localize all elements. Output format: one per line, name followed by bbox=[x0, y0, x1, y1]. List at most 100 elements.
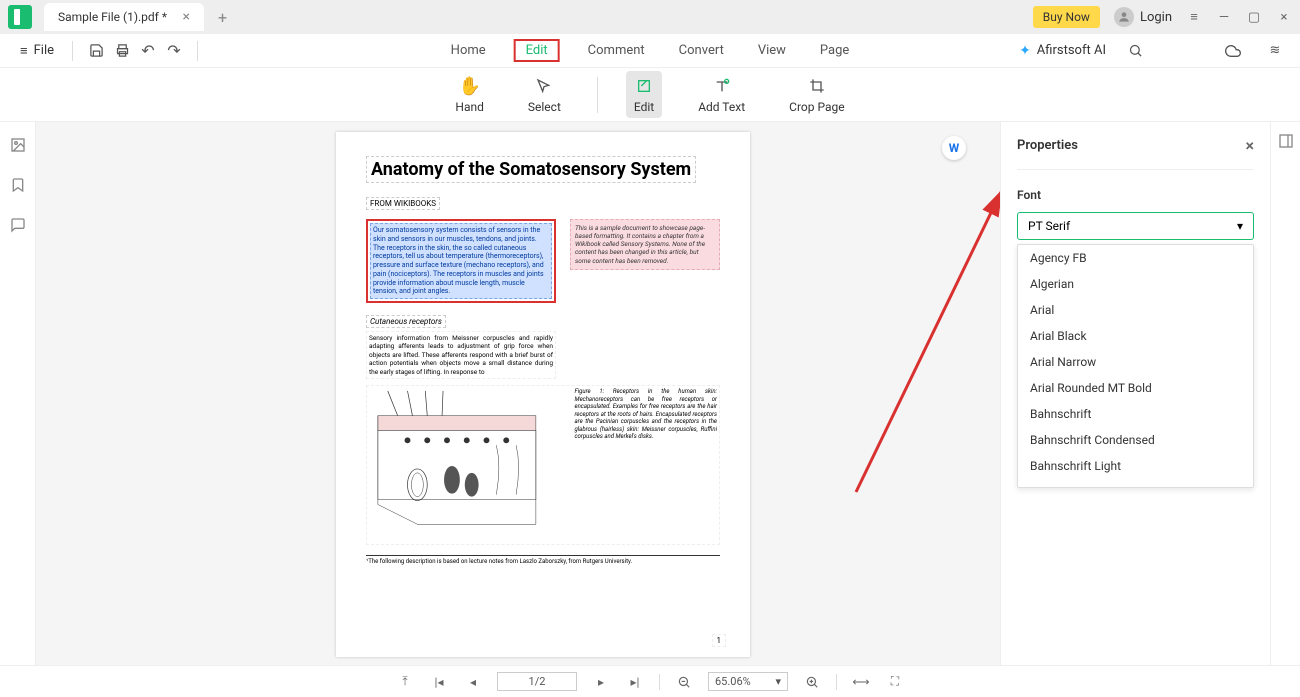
close-window-icon[interactable]: × bbox=[1276, 9, 1292, 25]
hamburger-icon[interactable]: ≡ bbox=[1186, 9, 1202, 25]
crop-icon bbox=[809, 75, 825, 97]
font-option[interactable]: Bahnschrift Light Condensed bbox=[1018, 479, 1253, 488]
font-select[interactable]: PT Serif ▾ bbox=[1017, 212, 1254, 240]
font-section-label: Font bbox=[1017, 188, 1254, 202]
tool-edit[interactable]: Edit bbox=[626, 71, 662, 118]
hamburger-icon: ≡ bbox=[20, 43, 28, 59]
prev-page-icon[interactable]: ◂ bbox=[463, 672, 483, 692]
right-sidebar bbox=[1270, 122, 1300, 665]
nav-comment[interactable]: Comment bbox=[582, 39, 651, 62]
undo-icon[interactable]: ↶ bbox=[135, 38, 161, 64]
zoom-in-icon[interactable] bbox=[802, 672, 822, 692]
page-indicator[interactable]: 1/2 bbox=[497, 672, 577, 691]
zoom-select[interactable]: 65.06% ▾ bbox=[708, 672, 788, 691]
font-option[interactable]: Arial Rounded MT Bold bbox=[1018, 375, 1253, 401]
annotation-arrow bbox=[846, 182, 1000, 502]
login-button[interactable]: Login bbox=[1114, 7, 1172, 27]
search-icon[interactable] bbox=[1122, 38, 1148, 64]
font-option[interactable]: Arial Narrow bbox=[1018, 349, 1253, 375]
bookmark-icon[interactable] bbox=[9, 176, 27, 194]
panel-toggle-icon[interactable] bbox=[1277, 132, 1295, 150]
cursor-icon bbox=[536, 75, 552, 97]
buy-now-button[interactable]: Buy Now bbox=[1033, 6, 1100, 28]
sparkle-icon: ✦ bbox=[1019, 43, 1031, 59]
cloud-icon[interactable] bbox=[1220, 38, 1246, 64]
font-option[interactable]: Algerian bbox=[1018, 271, 1253, 297]
properties-panel: Properties × Font PT Serif ▾ Agency FBAl… bbox=[1000, 122, 1270, 665]
print-icon[interactable] bbox=[109, 38, 135, 64]
fit-page-icon[interactable]: ⛶ bbox=[885, 672, 905, 692]
document-subtitle[interactable]: FROM WIKIBOOKS bbox=[366, 197, 440, 210]
fit-width-icon[interactable]: ⟷ bbox=[851, 672, 871, 692]
comment-icon[interactable] bbox=[9, 216, 27, 234]
workspace: Anatomy of the Somatosensory System FROM… bbox=[0, 122, 1300, 665]
tab-title: Sample File (1).pdf * bbox=[58, 10, 167, 24]
close-tab-icon[interactable]: × bbox=[183, 9, 190, 25]
figure-block[interactable]: Figure 1: Receptors in the human skin: M… bbox=[366, 385, 720, 545]
edit-toolbar: ✋ Hand Select Edit Add Text Crop Page bbox=[0, 68, 1300, 122]
skin-diagram bbox=[367, 386, 567, 544]
add-tab-button[interactable]: + bbox=[210, 8, 235, 27]
font-option[interactable]: Bahnschrift Light bbox=[1018, 453, 1253, 479]
save-icon[interactable] bbox=[83, 38, 109, 64]
nav-edit[interactable]: Edit bbox=[514, 39, 560, 62]
subheading[interactable]: Cutaneous receptors bbox=[366, 315, 446, 328]
next-page-icon[interactable]: ▸ bbox=[591, 672, 611, 692]
left-sidebar bbox=[0, 122, 36, 665]
separator bbox=[659, 674, 660, 690]
maximize-icon[interactable]: ▢ bbox=[1246, 9, 1262, 25]
minimize-icon[interactable]: — bbox=[1216, 9, 1232, 25]
selected-text-block[interactable]: Our somatosensory system consists of sen… bbox=[366, 219, 556, 303]
separator bbox=[836, 674, 837, 690]
font-option[interactable]: Arial Black bbox=[1018, 323, 1253, 349]
font-dropdown[interactable]: Agency FBAlgerianArialArial BlackArial N… bbox=[1017, 244, 1254, 488]
file-menu[interactable]: ≡ File bbox=[12, 39, 62, 63]
first-page-icon[interactable]: |◂ bbox=[429, 672, 449, 692]
status-bar: ⤒ |◂ ◂ 1/2 ▸ ▸| 65.06% ▾ ⟷ ⛶ bbox=[0, 665, 1300, 697]
title-bar: Sample File (1).pdf * × + Buy Now Login … bbox=[0, 0, 1300, 34]
font-option[interactable]: Arial bbox=[1018, 297, 1253, 323]
document-canvas[interactable]: Anatomy of the Somatosensory System FROM… bbox=[36, 122, 1000, 665]
nav-view[interactable]: View bbox=[752, 39, 792, 62]
add-text-icon bbox=[714, 75, 730, 97]
separator bbox=[597, 77, 598, 113]
tool-select[interactable]: Select bbox=[520, 71, 569, 118]
tool-add-text[interactable]: Add Text bbox=[690, 71, 753, 118]
tool-crop-page[interactable]: Crop Page bbox=[781, 71, 852, 118]
ai-assistant-button[interactable]: ✦ Afirstsoft AI bbox=[1019, 43, 1106, 59]
nav-home[interactable]: Home bbox=[445, 39, 492, 62]
tool-hand[interactable]: ✋ Hand bbox=[447, 71, 491, 118]
footnote[interactable]: ¹The following description is based on l… bbox=[366, 555, 720, 565]
nav-page[interactable]: Page bbox=[814, 39, 855, 62]
thumbnails-icon[interactable] bbox=[9, 136, 27, 154]
chevron-down-icon: ▾ bbox=[775, 675, 781, 688]
pdf-page: Anatomy of the Somatosensory System FROM… bbox=[336, 132, 750, 657]
font-option[interactable]: Bahnschrift bbox=[1018, 401, 1253, 427]
close-panel-icon[interactable]: × bbox=[1246, 136, 1255, 155]
scroll-top-icon[interactable]: ⤒ bbox=[395, 672, 415, 692]
collapse-icon[interactable]: ≋ bbox=[1262, 38, 1288, 64]
hand-icon: ✋ bbox=[458, 75, 480, 97]
edit-icon bbox=[636, 75, 652, 97]
separator bbox=[72, 41, 73, 61]
sidebar-note[interactable]: This is a sample document to showcase pa… bbox=[570, 219, 720, 270]
separator bbox=[197, 41, 198, 61]
font-option[interactable]: Bahnschrift Condensed bbox=[1018, 427, 1253, 453]
page-number: 1 bbox=[712, 634, 727, 647]
main-nav: Home Edit Comment Convert View Page bbox=[445, 39, 856, 62]
figure-caption[interactable]: Figure 1: Receptors in the human skin: M… bbox=[573, 386, 720, 544]
zoom-out-icon[interactable] bbox=[674, 672, 694, 692]
document-tab[interactable]: Sample File (1).pdf * × bbox=[44, 3, 204, 31]
properties-title: Properties bbox=[1017, 138, 1078, 153]
app-logo bbox=[8, 5, 32, 29]
word-export-badge[interactable]: W bbox=[942, 136, 966, 160]
menu-bar: ≡ File ↶ ↷ Home Edit Comment Convert Vie… bbox=[0, 34, 1300, 68]
nav-convert[interactable]: Convert bbox=[673, 39, 730, 62]
body-paragraph[interactable]: Sensory information from Meissner corpus… bbox=[366, 331, 556, 379]
last-page-icon[interactable]: ▸| bbox=[625, 672, 645, 692]
chevron-down-icon: ▾ bbox=[1237, 219, 1243, 233]
document-title[interactable]: Anatomy of the Somatosensory System bbox=[366, 156, 696, 183]
avatar-icon bbox=[1114, 7, 1134, 27]
redo-icon[interactable]: ↷ bbox=[161, 38, 187, 64]
font-option[interactable]: Agency FB bbox=[1018, 245, 1253, 271]
